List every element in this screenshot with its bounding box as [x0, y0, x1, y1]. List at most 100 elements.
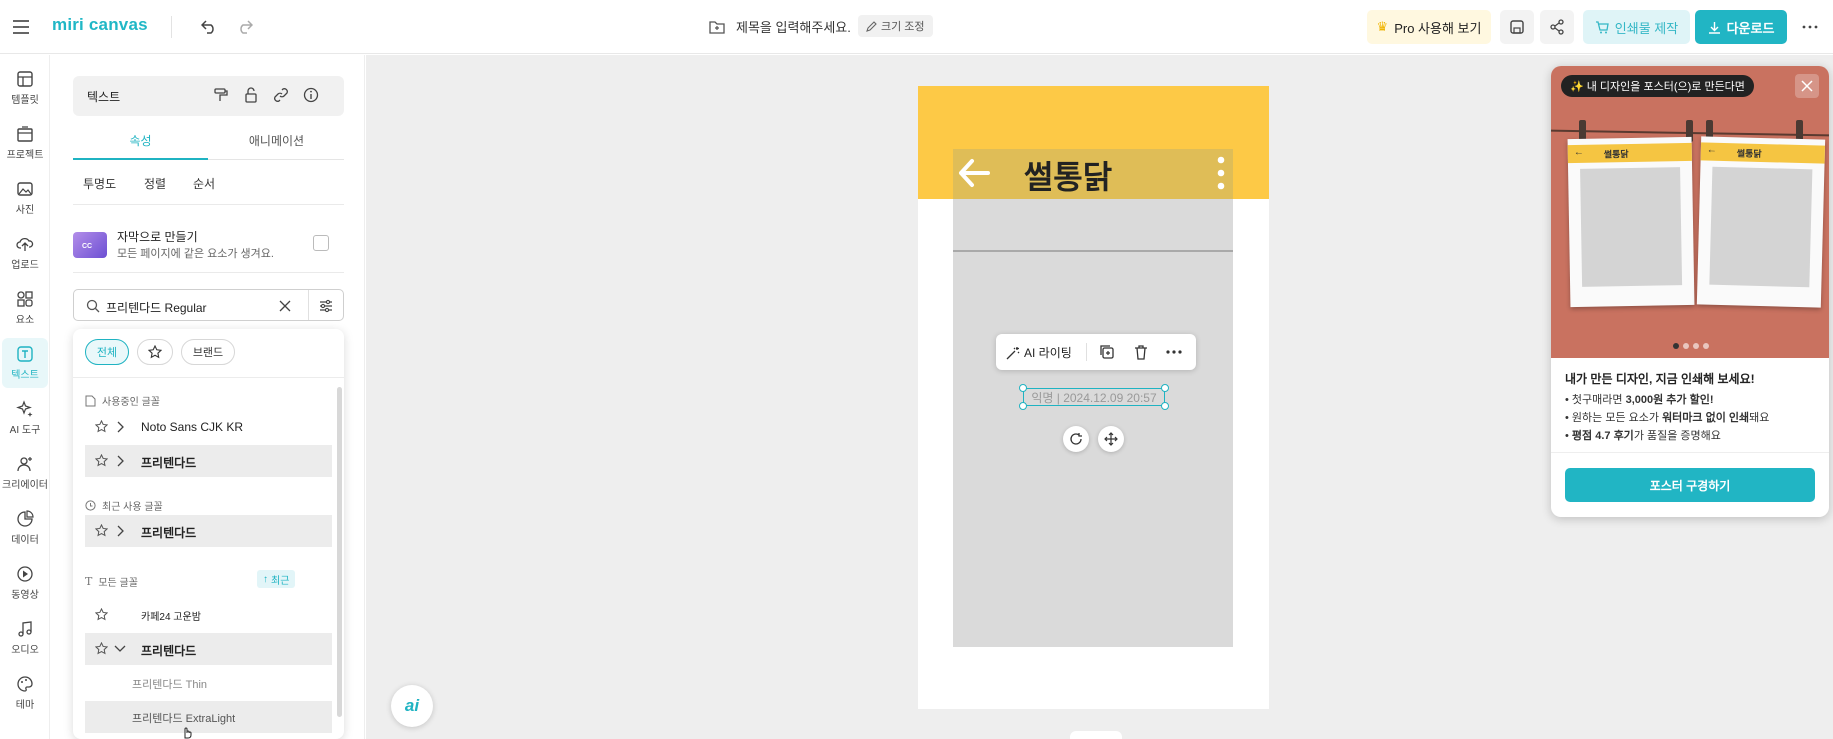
star-icon[interactable] — [95, 420, 108, 433]
divider — [1086, 343, 1087, 361]
project-icon — [17, 126, 33, 142]
duplicate-icon[interactable] — [1099, 344, 1115, 360]
selected-text-box[interactable]: 익명 | 2024.12.09 20:57 — [1023, 388, 1165, 406]
page-expand-tab[interactable] — [1070, 731, 1122, 739]
star-icon[interactable] — [95, 524, 108, 537]
tab-animation[interactable]: 애니메이션 — [209, 128, 344, 160]
carousel-dot[interactable] — [1683, 343, 1689, 349]
font-row-noto[interactable]: Noto Sans CJK KR — [85, 411, 332, 443]
font-row-pretendard-all[interactable]: 프리텐다드 — [85, 633, 332, 665]
chip-favorites[interactable] — [137, 339, 173, 365]
page-title[interactable]: 썰통닭 — [978, 152, 1158, 198]
resize-handle[interactable] — [1019, 384, 1027, 392]
crown-icon: ♛ — [1376, 19, 1389, 34]
chevron-right-icon[interactable] — [116, 455, 124, 467]
rail-item-project[interactable]: 프로젝트 — [0, 118, 50, 168]
chevron-down-icon[interactable] — [114, 645, 126, 653]
more-icon[interactable] — [1166, 350, 1182, 354]
save-button[interactable] — [1500, 10, 1534, 44]
font-row-extralight[interactable]: 프리텐다드 ExtraLight — [85, 701, 332, 733]
rail-item-theme[interactable]: 테마 — [0, 668, 50, 718]
rotate-button[interactable] — [1063, 426, 1089, 452]
font-row-thin[interactable]: 프리텐다드 Thin — [85, 667, 332, 699]
section-label: 최근 사용 글꼴 — [102, 502, 163, 513]
rail-item-upload[interactable]: 업로드 — [0, 228, 50, 278]
sort-recent-button[interactable]: ↑ 최근 — [257, 570, 296, 588]
format-painter-icon[interactable] — [213, 87, 231, 105]
download-button[interactable]: 다운로드 — [1695, 10, 1787, 44]
pro-trial-button[interactable]: ♛ Pro 사용해 보기 — [1367, 10, 1491, 44]
print-order-button[interactable]: 인쇄물 제작 — [1583, 10, 1690, 44]
chevron-right-icon[interactable] — [116, 525, 124, 537]
subtab-align[interactable]: 정렬 — [144, 175, 166, 192]
caption-checkbox[interactable] — [313, 235, 329, 251]
design-page[interactable]: 썰통닭 익명 | 2024.12.09 20:57 — [918, 86, 1269, 709]
trash-icon[interactable] — [1134, 344, 1148, 360]
ai-writing-button[interactable]: AI 라이팅 — [1006, 344, 1072, 361]
chevron-right-icon[interactable] — [116, 421, 124, 433]
info-icon[interactable] — [303, 87, 321, 105]
menu-icon[interactable] — [10, 16, 32, 38]
kebab-menu-icon[interactable] — [1217, 155, 1225, 191]
divider — [171, 16, 172, 38]
poster-title: 썰통닭 — [1603, 149, 1629, 160]
clear-icon[interactable] — [279, 300, 291, 312]
app-logo[interactable]: miri canvas — [52, 15, 148, 35]
title-input[interactable]: 제목을 입력해주세요. — [736, 17, 851, 36]
font-row-pretendard-recent[interactable]: 프리텐다드 — [85, 515, 332, 547]
rail-item-audio[interactable]: 오디오 — [0, 613, 50, 663]
resize-handle[interactable] — [1019, 402, 1027, 410]
font-search[interactable]: 프리텐다드 Regular — [73, 289, 344, 321]
font-type-icon: T — [85, 575, 93, 588]
font-name: 프리텐다드 Thin — [132, 679, 208, 691]
font-row-cafe24[interactable]: 카페24 고운밤 — [85, 599, 332, 631]
view-posters-button[interactable]: 포스터 구경하기 — [1565, 468, 1815, 502]
font-search-input[interactable]: 프리텐다드 Regular — [106, 299, 207, 316]
close-button[interactable] — [1795, 74, 1819, 98]
more-icon[interactable] — [1798, 16, 1822, 38]
star-icon[interactable] — [95, 454, 108, 467]
carousel-dots[interactable] — [1673, 343, 1709, 349]
star-icon[interactable] — [95, 608, 108, 621]
star-icon[interactable] — [95, 642, 108, 655]
chip-brand[interactable]: 브랜드 — [181, 339, 235, 365]
rail-item-template[interactable]: 템플릿 — [0, 63, 50, 113]
rail-item-text[interactable]: 텍스트 — [2, 338, 48, 388]
rail-item-ai-tools[interactable]: AI 도구 — [0, 393, 50, 443]
divider-line[interactable] — [953, 250, 1233, 252]
undo-icon[interactable] — [198, 16, 220, 38]
rail-item-data[interactable]: 데이터 — [0, 503, 50, 553]
carousel-dot[interactable] — [1693, 343, 1699, 349]
scrollbar[interactable] — [337, 387, 342, 717]
caption-description: 모든 페이지에 같은 요소가 생겨요. — [117, 248, 274, 260]
ai-assistant-button[interactable]: ai — [391, 685, 433, 727]
caption-title: 자막으로 만들기 — [117, 230, 198, 244]
rail-item-creator[interactable]: 크리에이터 — [0, 448, 50, 498]
folder-icon[interactable] — [706, 16, 728, 38]
content-area[interactable] — [953, 199, 1233, 647]
carousel-dot[interactable] — [1673, 343, 1679, 349]
photo-icon — [17, 182, 33, 196]
resize-handle[interactable] — [1161, 384, 1169, 392]
rail-item-photo[interactable]: 사진 — [0, 173, 50, 223]
chip-all[interactable]: 전체 — [85, 339, 129, 365]
save-icon — [1510, 20, 1524, 34]
resize-handle[interactable] — [1161, 402, 1169, 410]
rotate-icon — [1070, 433, 1082, 445]
lock-icon[interactable] — [243, 87, 261, 105]
subtab-opacity[interactable]: 투명도 — [83, 175, 116, 192]
rail-item-video[interactable]: 동영상 — [0, 558, 50, 608]
caption-option: CC 자막으로 만들기 모든 페이지에 같은 요소가 생겨요. — [73, 215, 344, 273]
rail-item-elements[interactable]: 요소 — [0, 283, 50, 333]
poster-preview: ← 썰통닭 — [1696, 136, 1826, 308]
subtab-order[interactable]: 순서 — [193, 175, 215, 192]
font-row-pretendard-used[interactable]: 프리텐다드 — [85, 445, 332, 477]
share-button[interactable] — [1540, 10, 1574, 44]
link-icon[interactable] — [273, 87, 291, 105]
filter-icon[interactable] — [319, 299, 333, 313]
move-button[interactable] — [1098, 426, 1124, 452]
redo-icon[interactable] — [234, 16, 256, 38]
tab-properties[interactable]: 속성 — [73, 128, 208, 160]
resize-button[interactable]: 크기 조정 — [858, 15, 933, 37]
carousel-dot[interactable] — [1703, 343, 1709, 349]
